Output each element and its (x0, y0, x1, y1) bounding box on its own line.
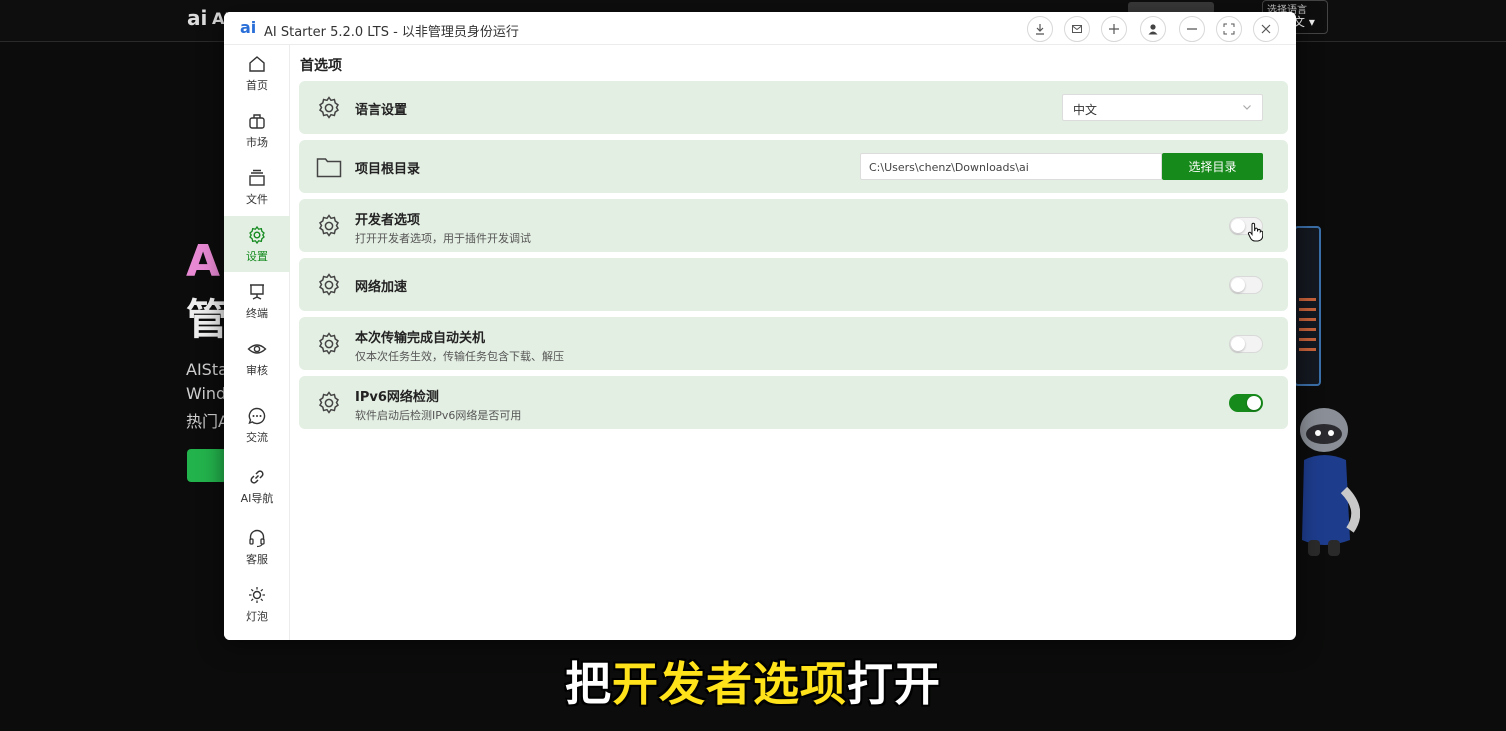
user-button[interactable] (1140, 16, 1166, 42)
chat-icon (248, 407, 266, 424)
sidebar-item-label: 文件 (246, 192, 268, 206)
sidebar-item-review[interactable]: 审核 (224, 330, 290, 386)
ipv6-detection-title: IPv6网络检测 (355, 390, 439, 405)
terminal-icon (250, 283, 264, 300)
sidebar-item-home[interactable]: 首页 (224, 45, 290, 101)
mail-icon (1072, 25, 1082, 33)
language-setting-row: 语言设置 中文 (299, 81, 1288, 134)
gear-icon (249, 225, 265, 244)
ipv6-detection-toggle[interactable] (1229, 394, 1263, 412)
auto-shutdown-row: 本次传输完成自动关机 仅本次任务生效，传输任务包含下载、解压 (299, 317, 1288, 370)
background-hero-text: AISta (186, 360, 228, 379)
network-acceleration-row: 网络加速 (299, 258, 1288, 311)
gear-icon (319, 273, 339, 296)
window-title: AI Starter 5.2.0 LTS - 以非管理员身份运行 (264, 25, 519, 40)
plus-icon (1109, 24, 1119, 34)
title-bar: ai AI Starter 5.2.0 LTS - 以非管理员身份运行 (224, 12, 1296, 45)
project-root-row: 项目根目录 C:\Users\chenz\Downloads\ai 选择目录 (299, 140, 1288, 193)
sidebar-item-settings[interactable]: 设置 (224, 216, 290, 272)
gear-icon (319, 96, 339, 119)
preferences-panel: 首选项 语言设置 中文 项目根目录 C:\Users\chenz\Downloa… (290, 45, 1296, 640)
background-logo: ai (187, 6, 208, 30)
link-icon (250, 469, 264, 484)
app-logo: ai (240, 18, 257, 37)
bulb-icon (249, 586, 265, 603)
fullscreen-button[interactable] (1216, 16, 1242, 42)
fullscreen-icon (1223, 23, 1235, 35)
minimize-button[interactable] (1179, 16, 1205, 42)
ipv6-detection-row: IPv6网络检测 软件启动后检测IPv6网络是否可用 (299, 376, 1288, 429)
user-icon (1148, 24, 1158, 35)
developer-options-description: 打开开发者选项，用于插件开发调试 (355, 232, 531, 245)
sidebar: 首页 市场 文件 设置 终端 审核 交流 AI导航 客服 灯泡 (224, 45, 290, 640)
chevron-down-icon (1243, 105, 1251, 110)
headset-icon (249, 529, 265, 547)
auto-shutdown-title: 本次传输完成自动关机 (355, 331, 486, 346)
gear-icon (319, 214, 339, 237)
sidebar-item-label: 客服 (246, 552, 268, 566)
download-icon (1036, 24, 1044, 35)
sidebar-item-market[interactable]: 市场 (224, 102, 290, 158)
toggle-knob (1231, 337, 1245, 351)
caption-highlight: 开发者选项 (612, 657, 847, 711)
background-hero-title: A (186, 236, 221, 287)
background-hero-text: 热门A (186, 412, 229, 431)
network-acceleration-toggle[interactable] (1229, 276, 1263, 294)
sidebar-item-label: 审核 (246, 363, 268, 377)
files-icon (249, 169, 265, 186)
sidebar-item-label: AI导航 (240, 491, 274, 505)
background-hero-title-2: 管 (186, 295, 229, 344)
project-root-path-field[interactable]: C:\Users\chenz\Downloads\ai (860, 153, 1162, 180)
toggle-knob (1231, 278, 1245, 292)
eye-icon (247, 343, 267, 354)
gear-icon (319, 391, 339, 414)
raccoon-mascot-image (1300, 408, 1360, 556)
background-monitor-image (1294, 226, 1321, 386)
language-select[interactable]: 中文 (1062, 94, 1263, 121)
language-setting-title: 语言设置 (355, 103, 408, 118)
add-button[interactable] (1101, 16, 1127, 42)
video-caption: 把开发者选项打开 (565, 657, 941, 711)
close-icon (1261, 24, 1271, 34)
toggle-knob (1231, 219, 1245, 233)
ipv6-detection-description: 软件启动后检测IPv6网络是否可用 (355, 409, 522, 422)
folder-icon (316, 158, 342, 178)
background-language-current: 文 ▾ (1293, 15, 1315, 29)
sidebar-item-label: 首页 (246, 78, 268, 92)
sidebar-item-label: 市场 (246, 135, 268, 149)
mail-button[interactable] (1064, 16, 1090, 42)
sidebar-item-ai-nav[interactable]: AI导航 (224, 458, 290, 514)
sidebar-item-label: 灯泡 (246, 609, 268, 623)
home-icon (249, 55, 265, 72)
sidebar-item-chat[interactable]: 交流 (224, 397, 290, 453)
developer-options-row: 开发者选项 打开开发者选项，用于插件开发调试 (299, 199, 1288, 252)
gear-icon (319, 332, 339, 355)
close-button[interactable] (1253, 16, 1279, 42)
developer-options-title: 开发者选项 (355, 213, 421, 228)
sidebar-item-bulb[interactable]: 灯泡 (224, 576, 290, 632)
language-select-value: 中文 (1073, 103, 1098, 117)
auto-shutdown-toggle[interactable] (1229, 335, 1263, 353)
sidebar-item-support[interactable]: 客服 (224, 519, 290, 575)
sidebar-item-label: 设置 (246, 249, 268, 263)
sidebar-item-files[interactable]: 文件 (224, 159, 290, 215)
project-root-title: 项目根目录 (355, 162, 421, 177)
app-window: ai AI Starter 5.2.0 LTS - 以非管理员身份运行 首页 市… (224, 12, 1296, 640)
select-directory-button[interactable]: 选择目录 (1162, 153, 1263, 180)
sidebar-item-label: 交流 (246, 430, 268, 444)
page-title: 首选项 (300, 58, 342, 74)
minimize-icon (1187, 28, 1197, 30)
market-icon (249, 113, 265, 129)
sidebar-item-terminal[interactable]: 终端 (224, 273, 290, 329)
background-hero-text: Wind (186, 384, 227, 403)
sidebar-item-label: 终端 (246, 306, 268, 320)
auto-shutdown-description: 仅本次任务生效，传输任务包含下载、解压 (355, 350, 564, 363)
download-button[interactable] (1027, 16, 1053, 42)
toggle-knob (1247, 396, 1261, 410)
hand-cursor-icon (1247, 222, 1263, 242)
background-hero-button[interactable] (187, 449, 227, 482)
network-acceleration-title: 网络加速 (355, 280, 408, 295)
